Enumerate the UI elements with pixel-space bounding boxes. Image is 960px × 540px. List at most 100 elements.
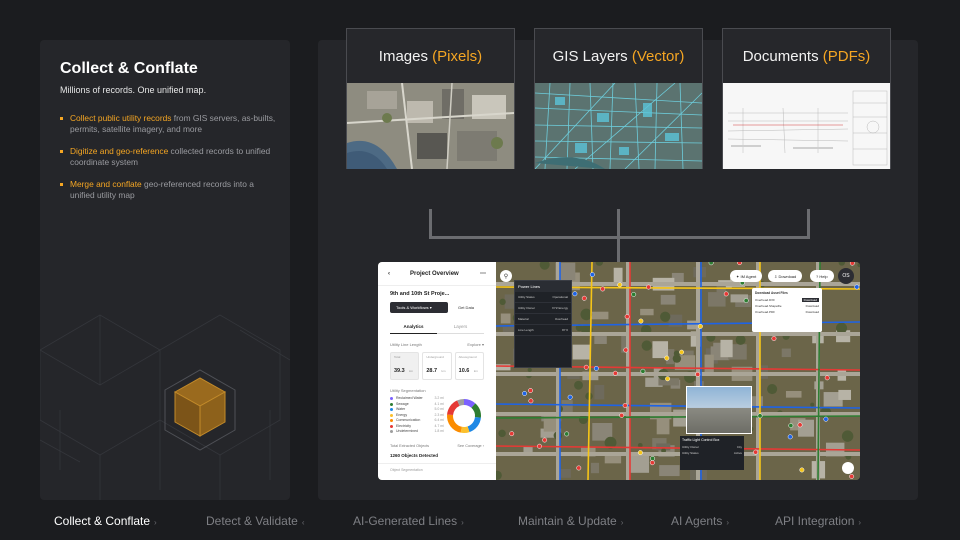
popup-key: Material [518,317,529,321]
road [496,372,860,376]
get-data-button[interactable]: Get Data [452,302,480,313]
nav-label: Collect & Conflate [54,514,151,528]
utility-marker [679,349,685,355]
nav-detect-validate[interactable]: Detect & Validate ‹ [206,514,305,528]
building-roof [572,344,591,360]
tree [672,354,682,363]
pdf-document-image [723,83,890,169]
segment-color-dot [390,413,393,417]
total-extracted-label: Total Extracted Objects [390,444,430,448]
nav-collect-conflate[interactable]: Collect & Conflate › [54,514,157,528]
popup-key: Line Length [518,328,534,332]
utility-marker [849,262,855,266]
file-download-button[interactable]: Download [806,304,819,308]
utility-marker [823,416,829,422]
popup-value: Overhead [554,317,568,321]
utility-marker [572,291,578,297]
search-icon[interactable]: ⚲ [500,270,512,282]
building-roof [798,419,814,437]
back-arrow-icon[interactable]: ‹ [388,271,390,277]
feature-item: Digitize and geo-reference collected rec… [60,146,280,169]
connector-line [429,209,432,239]
utility-map-view[interactable]: ⚲ Power Lines Utility Status Operational … [492,262,860,480]
card-title-text: GIS Layers [552,47,628,65]
building-roof [652,341,669,359]
popup-row: Utility Status Operational [515,292,571,303]
utility-marker [799,467,805,473]
segment-color-dot [390,402,393,406]
building-roof [708,292,726,307]
popup-value: City [736,445,742,449]
donut-slice [447,414,463,433]
segment-name: Undetermined [396,429,418,433]
chevron-right-icon: › [858,518,862,527]
stat-value: 10.6 [458,368,470,374]
building-roof [704,354,714,373]
popup-title: Power Lines [515,281,571,292]
nav-label: AI Agents [671,514,723,528]
utility-marker [697,323,703,329]
stat-value: 28.7 [426,368,438,374]
nav-label: Detect & Validate [206,514,298,528]
nav-maintain-update[interactable]: Maintain & Update › [518,514,623,528]
utility-marker [824,375,830,381]
download-button[interactable]: ⇩ Download [768,270,803,282]
section-nav: Collect & Conflate › Detect & Validate ‹ A… [0,508,960,534]
tree [641,340,652,351]
file-download-button[interactable]: Download [806,310,819,314]
feature-highlight: Digitize and geo-reference [70,145,169,156]
building-roof [660,294,676,305]
explore-link[interactable]: Explore ▾ [467,342,484,347]
connector-line [807,209,810,239]
tree [767,383,778,395]
compass-icon[interactable] [842,462,854,474]
utility-marker [600,286,606,292]
road [496,412,860,416]
tab-analytics[interactable]: Analytics [390,320,437,334]
nav-ai-agents[interactable]: AI Agents › [671,514,729,528]
popup-key: Utility Status [518,295,535,299]
chevron-right-icon: › [726,518,730,527]
building-roof [659,465,680,477]
nav-ai-generated-lines[interactable]: AI-Generated Lines › [353,514,464,528]
gis-layers-card: GIS Layers (Vector) [534,28,703,169]
agent-button[interactable]: ✦ IM Agent [730,270,763,282]
connector-line [429,236,810,239]
traffic-light-popup: Traffic Light Control Box Utility Owner C… [680,436,744,470]
segment-color-dot [390,397,393,401]
utility-marker [567,394,573,400]
tab-layers[interactable]: Layers [437,320,484,334]
help-button[interactable]: ? Help [810,270,834,282]
nav-api-integration[interactable]: API Integration › [775,514,861,528]
stat-aboveground: Aboveground 10.6 km [454,352,484,380]
popup-row: Material Overhead [515,314,571,325]
utility-map-app: ‹ Project Overview ⋯ 9th and 10th St Pro… [378,262,860,480]
file-download-button[interactable]: Download [801,298,819,302]
utility-marker [617,282,623,288]
building-roof [668,314,683,327]
stat-label: Total [394,355,401,359]
tree [841,430,854,442]
project-sidebar: ‹ Project Overview ⋯ 9th and 10th St Pro… [378,262,496,480]
building-roof [781,348,791,358]
section-title: Collect & Conflate [60,60,198,77]
building-roof [594,384,605,400]
tools-workflows-button[interactable]: Tools & Workflows ▾ [390,302,448,313]
utility-marker [788,423,794,428]
tree [574,380,583,390]
donut-slice [471,403,481,418]
donut-slice [457,399,465,406]
see-coverage-link[interactable]: See Coverage › [457,444,484,448]
popup-value: XYZ Energy [551,306,568,310]
sidebar-title: Project Overview [410,270,459,277]
stat-underground: Underground 28.7 km [422,352,452,380]
chevron-right-icon: › [620,518,624,527]
chevron-left-icon: ‹ [301,518,305,527]
aerial-image [347,83,514,169]
avatar[interactable]: OS [838,268,854,284]
street-view-photo[interactable] [686,386,752,434]
file-name: Overhead.DXF [755,298,776,302]
stat-unit: km [409,369,414,373]
more-icon[interactable]: ⋯ [480,270,486,277]
segment-item: Undetermined 1.8 mi [390,429,444,435]
